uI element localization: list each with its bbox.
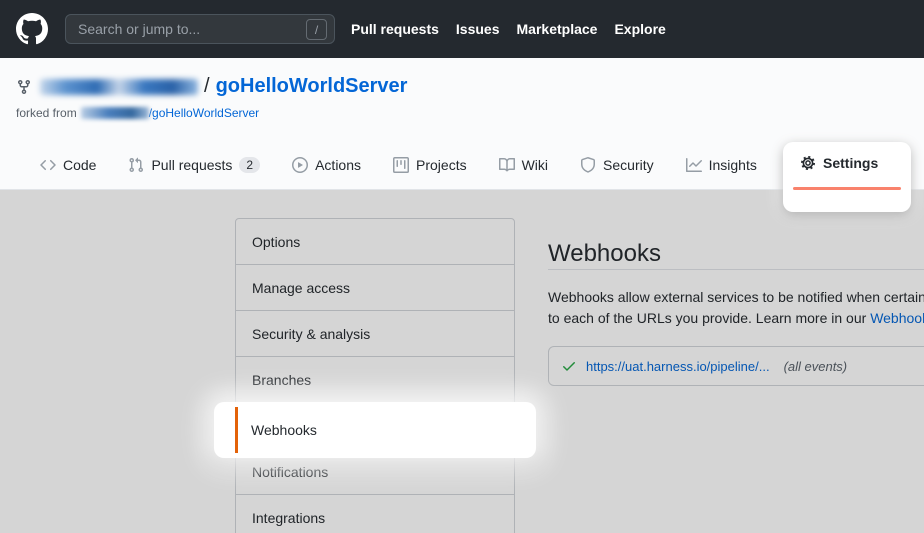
webhook-events-scope: (all events) [784, 359, 848, 374]
nav-pull-requests[interactable]: Pull requests [351, 21, 439, 37]
nav-marketplace[interactable]: Marketplace [517, 21, 598, 37]
page-title: Webhooks [548, 240, 661, 268]
title-divider [548, 269, 924, 270]
webhooks-description: Webhooks allow external services to be n… [548, 287, 924, 329]
tab-label: Wiki [522, 157, 548, 173]
description-line-2-text: to each of the URLs you provide. Learn m… [548, 310, 870, 326]
github-settings-page: / Pull requests Issues Marketplace Explo… [0, 0, 924, 533]
tab-settings[interactable]: Settings [800, 155, 878, 171]
redacted-owner-name [40, 79, 198, 95]
nav-explore[interactable]: Explore [614, 21, 665, 37]
github-logo-icon[interactable] [16, 13, 48, 45]
forked-from-line: forked from /goHelloWorldServer [16, 106, 259, 120]
sidebar-item-security-analysis[interactable]: Security & analysis [236, 311, 514, 357]
tab-label: Pull requests [151, 157, 232, 173]
sidebar-item-branches[interactable]: Branches [236, 357, 514, 403]
pull-requests-count-badge: 2 [239, 157, 260, 173]
search-input[interactable] [65, 14, 335, 44]
webhooks-item-spotlight: Webhooks [214, 402, 536, 458]
tab-projects[interactable]: Projects [393, 157, 467, 173]
gear-icon [800, 155, 816, 171]
tab-label: Security [603, 157, 654, 173]
tab-label: Settings [823, 155, 878, 171]
slash-key-hint: / [306, 19, 327, 40]
settings-sidebar-menu: Options Manage access Security & analysi… [235, 218, 515, 533]
tab-pull-requests[interactable]: Pull requests 2 [128, 157, 260, 173]
repo-name-link[interactable]: goHelloWorldServer [216, 75, 408, 98]
sidebar-item-options[interactable]: Options [236, 219, 514, 265]
tab-label: Insights [709, 157, 757, 173]
forked-from-label: forked from [16, 106, 77, 120]
forked-from-repo-link[interactable]: /goHelloWorldServer [149, 106, 260, 120]
check-icon [561, 358, 577, 374]
book-icon [499, 157, 515, 173]
nav-issues[interactable]: Issues [456, 21, 500, 37]
settings-content: Options Manage access Security & analysi… [0, 190, 924, 533]
tab-actions[interactable]: Actions [292, 157, 361, 173]
webhooks-guide-link[interactable]: Webhooks Guide. [870, 310, 924, 326]
settings-tab-spotlight: Settings [783, 142, 911, 212]
search-box: / [65, 14, 335, 44]
webhook-list-item: https://uat.harness.io/pipeline/... (all… [548, 346, 924, 386]
repo-forked-icon [16, 79, 32, 95]
top-nav-links: Pull requests Issues Marketplace Explore [351, 21, 666, 37]
tab-insights[interactable]: Insights [686, 157, 757, 173]
description-line-2: to each of the URLs you provide. Learn m… [548, 308, 924, 329]
top-navigation-bar: / Pull requests Issues Marketplace Explo… [0, 0, 924, 58]
tab-wiki[interactable]: Wiki [499, 157, 548, 173]
breadcrumb-separator: / [204, 75, 210, 98]
repo-breadcrumb: / goHelloWorldServer [16, 75, 407, 98]
repo-header: / goHelloWorldServer forked from /goHell… [0, 58, 924, 141]
tab-security[interactable]: Security [580, 157, 654, 173]
shield-icon [580, 157, 596, 173]
tab-code[interactable]: Code [40, 157, 96, 173]
play-icon [292, 157, 308, 173]
code-icon [40, 157, 56, 173]
project-icon [393, 157, 409, 173]
description-line-1: Webhooks allow external services to be n… [548, 287, 924, 308]
active-tab-underline [793, 187, 901, 190]
sidebar-item-integrations[interactable]: Integrations [236, 495, 514, 533]
git-pull-request-icon [128, 157, 144, 173]
webhook-url-link[interactable]: https://uat.harness.io/pipeline/... [586, 359, 770, 374]
tab-label: Actions [315, 157, 361, 173]
redacted-fork-owner [81, 107, 149, 119]
sidebar-item-manage-access[interactable]: Manage access [236, 265, 514, 311]
tab-label: Code [63, 157, 96, 173]
graph-icon [686, 157, 702, 173]
sidebar-item-webhooks-active[interactable]: Webhooks [235, 407, 514, 453]
tab-label: Projects [416, 157, 467, 173]
